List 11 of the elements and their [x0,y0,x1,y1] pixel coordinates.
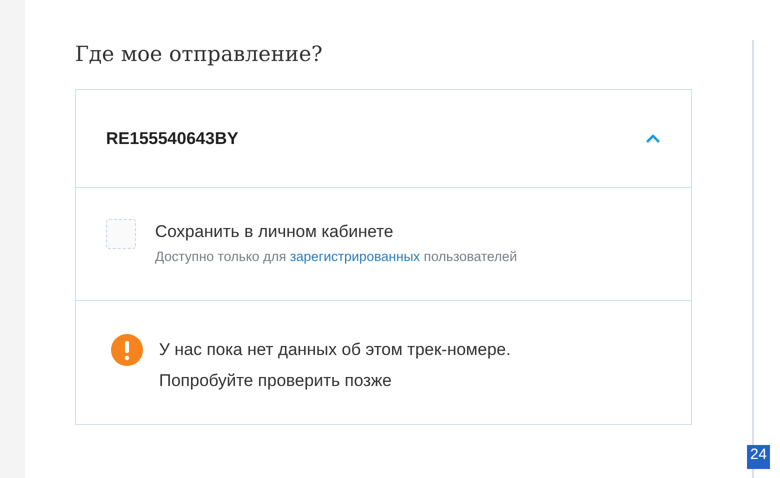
page-title: Где мое отправление? [75,42,324,68]
message-text: Попробуйте проверить позже [159,370,393,392]
register-link[interactable]: зарегистрированных [290,248,420,264]
counter-badge: 24 [747,445,770,469]
checkbox-label: Сохранить в личном кабинете [155,222,394,243]
message-text: У нас пока нет данных об этом трек-номере. [159,339,511,362]
tracking-number: RE155540643BY [106,128,238,150]
chevron-up-icon [645,134,661,144]
hint-text: Доступно только для зарегистрированных пользователей [155,248,518,266]
warning-icon [111,334,143,366]
checkbox[interactable] [106,219,136,250]
